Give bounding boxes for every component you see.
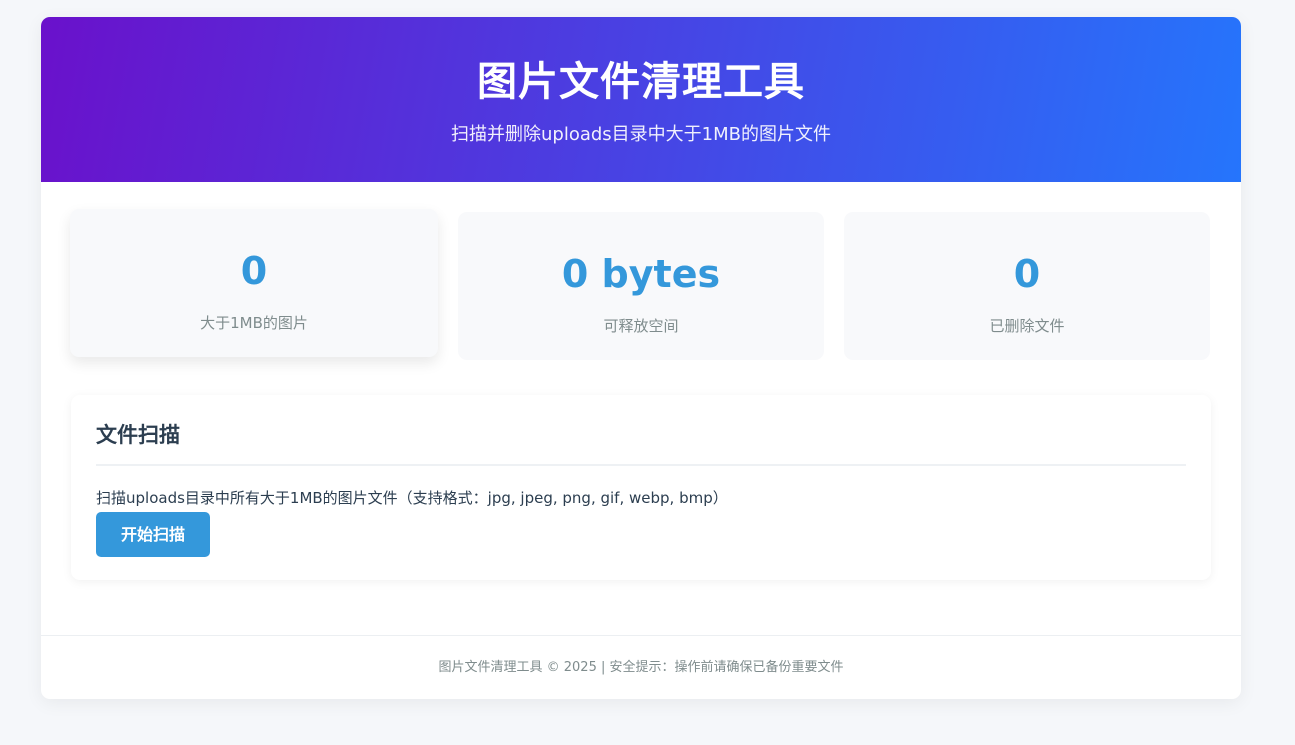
- stat-card-large-images: 0 大于1MB的图片: [70, 209, 438, 357]
- stat-value-large-images: 0: [240, 249, 268, 293]
- header-banner: 图片文件清理工具 扫描并删除uploads目录中大于1MB的图片文件: [41, 17, 1241, 182]
- stat-value-freeable-space: 0 bytes: [561, 252, 721, 296]
- page-subtitle: 扫描并删除uploads目录中大于1MB的图片文件: [450, 124, 831, 145]
- scan-panel: 文件扫描 扫描uploads目录中所有大于1MB的图片文件（支持格式：jpg, …: [71, 395, 1211, 580]
- section-divider: [96, 464, 1186, 466]
- scan-section-title: 文件扫描: [96, 423, 180, 447]
- scan-description: 扫描uploads目录中所有大于1MB的图片文件（支持格式：jpg, jpeg,…: [96, 489, 728, 507]
- stat-label-large-images: 大于1MB的图片: [200, 314, 308, 332]
- stat-card-deleted-files: 0 已删除文件: [844, 212, 1210, 360]
- footer-text: 图片文件清理工具 © 2025 | 安全提示：操作前请确保已备份重要文件: [438, 660, 844, 675]
- stats-row: 0 大于1MB的图片 0 bytes 可释放空间 0 已删除文件: [41, 182, 1241, 392]
- footer: 图片文件清理工具 © 2025 | 安全提示：操作前请确保已备份重要文件: [41, 635, 1241, 699]
- start-scan-button[interactable]: 开始扫描: [96, 512, 210, 557]
- stat-card-freeable-space: 0 bytes 可释放空间: [458, 212, 824, 360]
- app-container: 图片文件清理工具 扫描并删除uploads目录中大于1MB的图片文件 0 大于1…: [41, 17, 1241, 699]
- page-title: 图片文件清理工具: [477, 59, 805, 105]
- stat-value-deleted-files: 0: [1013, 252, 1041, 296]
- stat-label-freeable-space: 可释放空间: [603, 317, 679, 335]
- stat-label-deleted-files: 已删除文件: [989, 317, 1065, 335]
